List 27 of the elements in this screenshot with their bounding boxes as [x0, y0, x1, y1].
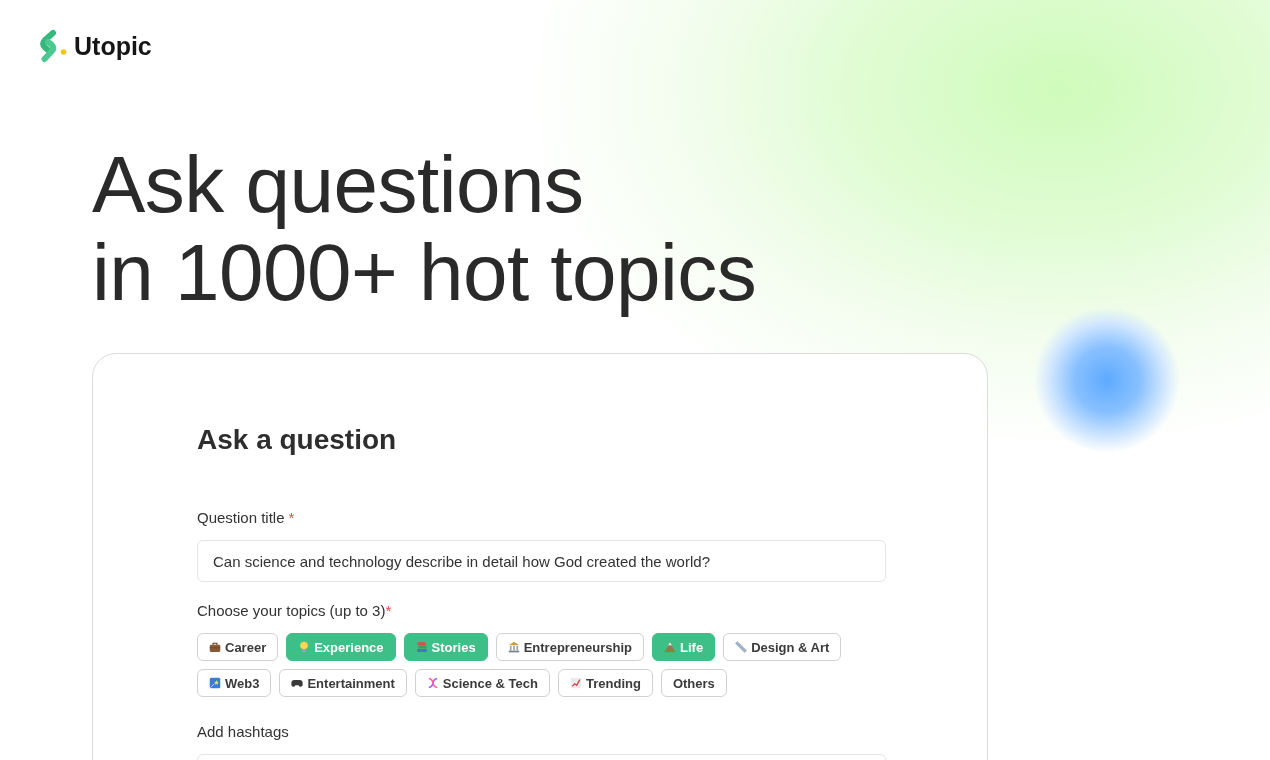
topic-chip[interactable]: Science & Tech [414, 669, 550, 697]
bank-icon [507, 641, 520, 653]
topic-chip[interactable]: Web3 [197, 669, 272, 697]
topic-chip[interactable]: Entertainment [279, 669, 407, 697]
topic-chip[interactable]: Entrepreneurship [495, 633, 644, 661]
field-label: Add hashtags [197, 722, 289, 742]
lightbulb-icon [298, 641, 311, 653]
hero-headline: Ask questions in 1000+ hot topics [92, 141, 757, 317]
logo-icon [37, 29, 67, 63]
required-mark: * [288, 508, 295, 528]
topic-chip[interactable]: Design & Art [723, 633, 842, 661]
briefcase-icon [209, 641, 221, 653]
topic-chip[interactable]: Others [660, 669, 727, 697]
topic-chip[interactable]: Trending [558, 669, 653, 697]
books-icon [415, 641, 428, 653]
chart-icon [570, 677, 582, 689]
dna-icon [426, 677, 439, 689]
picture-icon [209, 677, 221, 689]
required-mark: * [385, 601, 392, 621]
topic-chip[interactable]: Career [197, 633, 279, 661]
card-title: Ask a question [197, 423, 397, 457]
brand-name: Utopic [74, 31, 152, 62]
field-label: Question title [197, 508, 285, 528]
question-title-field[interactable]: Can science and technology describe in detail how God created the world? [197, 540, 886, 582]
field-label: Choose your topics (up to 3) [197, 601, 386, 621]
mountain-icon [664, 641, 676, 653]
gamepad-icon [291, 677, 304, 689]
